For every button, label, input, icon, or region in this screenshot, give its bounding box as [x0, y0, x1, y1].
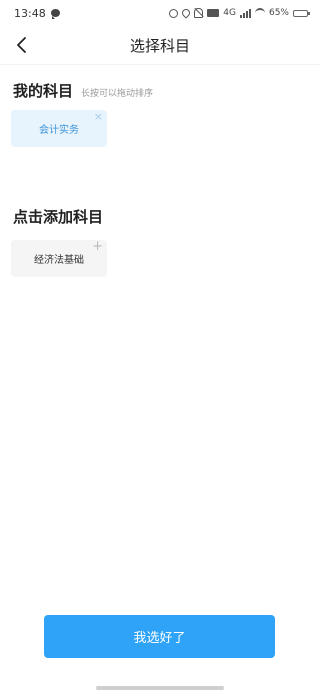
- signal-icon: [239, 8, 251, 18]
- battery-percent: 65%: [268, 8, 289, 18]
- add-subjects-heading: 点击添加科目: [13, 206, 103, 227]
- confirm-button[interactable]: 我选好了: [44, 615, 275, 658]
- status-time: 13:48: [14, 6, 46, 20]
- selected-subject-chip[interactable]: 会计实务 ×: [11, 110, 107, 147]
- header: 选择科目: [0, 26, 320, 65]
- battery-icon: [293, 9, 310, 17]
- alarm-icon: [169, 8, 179, 18]
- selected-subject-label: 会计实务: [39, 125, 79, 136]
- remove-icon[interactable]: ×: [94, 111, 103, 123]
- back-arrow-icon[interactable]: [14, 36, 32, 54]
- location-icon: [180, 7, 192, 19]
- my-subjects-heading: 我的科目 长按可以拖动排序: [13, 80, 153, 101]
- message-notification-icon: [50, 9, 60, 19]
- hd-icon: [207, 9, 220, 17]
- home-indicator[interactable]: [96, 686, 224, 690]
- status-bar: 13:48 4G 65%: [0, 0, 320, 26]
- available-subject-label: 经济法基础: [34, 255, 84, 266]
- drag-sort-hint: 长按可以拖动排序: [81, 89, 154, 99]
- add-subjects-title: 点击添加科目: [13, 208, 104, 226]
- wifi-icon: [254, 8, 265, 18]
- status-right: 4G 65%: [169, 7, 310, 19]
- network-type: 4G: [223, 8, 236, 18]
- page-title: 选择科目: [129, 36, 190, 55]
- mute-icon: [194, 8, 204, 18]
- add-icon[interactable]: +: [92, 240, 103, 253]
- available-subject-chip[interactable]: 经济法基础 +: [11, 240, 107, 277]
- my-subjects-title: 我的科目: [13, 82, 74, 100]
- status-left: 13:48: [14, 7, 60, 20]
